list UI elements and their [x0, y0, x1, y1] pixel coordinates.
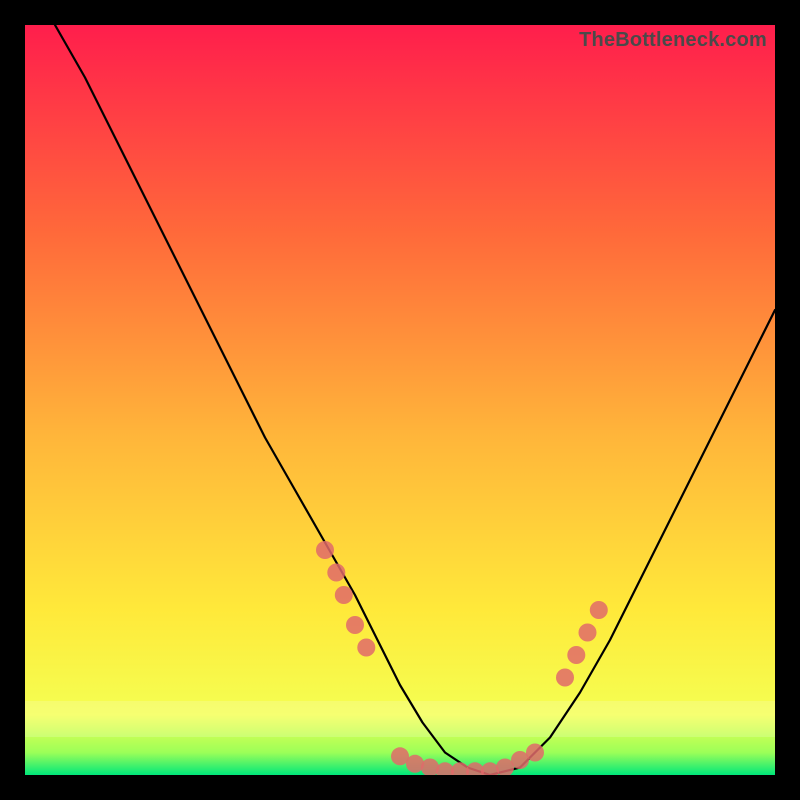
gradient-background: [25, 25, 775, 775]
dot: [346, 616, 364, 634]
dot: [327, 564, 345, 582]
dot: [406, 755, 424, 773]
bottleneck-chart: [25, 25, 775, 775]
dot: [316, 541, 334, 559]
watermark-text: TheBottleneck.com: [579, 29, 767, 52]
dot: [590, 601, 608, 619]
dot: [556, 669, 574, 687]
dot: [357, 639, 375, 657]
chart-frame: TheBottleneck.com: [25, 25, 775, 775]
dot: [335, 586, 353, 604]
dot: [579, 624, 597, 642]
dot: [526, 744, 544, 762]
pale-band: [25, 701, 775, 737]
dot: [567, 646, 585, 664]
